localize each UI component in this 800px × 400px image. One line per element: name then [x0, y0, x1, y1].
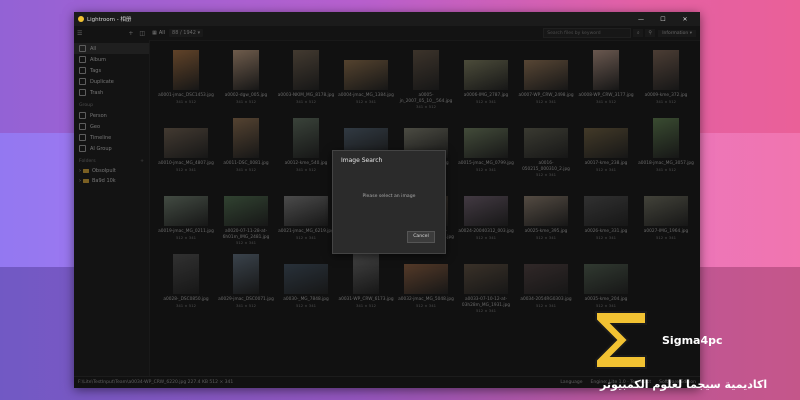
window-title: Lightroom - 相册 — [87, 17, 132, 23]
image-search-dialog: Image Search Please select an image Canc… — [332, 150, 446, 254]
brand-name: Sigma4pc — [662, 334, 723, 347]
brand-arabic: اكاديمية سيجما لعلوم الكمبيوتر — [600, 378, 768, 391]
dialog-title: Image Search — [341, 157, 383, 164]
app-icon — [78, 16, 84, 22]
title-bar: Lightroom - 相册 — ☐ ✕ — [74, 12, 700, 26]
minimize-button[interactable]: — — [630, 16, 652, 23]
maximize-button[interactable]: ☐ — [652, 16, 674, 23]
close-button[interactable]: ✕ — [674, 16, 696, 23]
dialog-prompt: Please select an image — [362, 194, 416, 199]
sigma-logo — [595, 311, 647, 369]
cancel-button[interactable]: Cancel — [407, 231, 435, 243]
